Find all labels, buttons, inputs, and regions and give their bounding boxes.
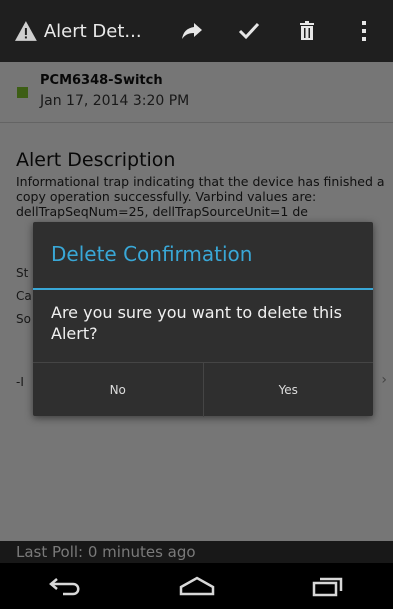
dialog-button-bar: No Yes: [33, 362, 373, 417]
dialog-message: Are you sure you want to delete this Ale…: [51, 303, 342, 343]
dialog-title: Delete Confirmation: [51, 242, 253, 266]
no-button[interactable]: No: [33, 363, 203, 417]
screen-title: Alert Det...: [43, 20, 142, 42]
warning-logo-icon[interactable]: [14, 19, 38, 43]
dialog-divider: [33, 288, 373, 290]
delete-confirmation-dialog: Delete Confirmation Are you sure you wan…: [33, 222, 373, 417]
action-bar: Alert Det...: [0, 0, 393, 62]
share-icon: [181, 23, 202, 39]
recents-button[interactable]: [298, 566, 358, 606]
system-nav-bar: [0, 563, 393, 609]
last-poll-status: Last Poll: 0 minutes ago: [0, 541, 393, 563]
check-icon: [239, 22, 260, 40]
yes-button[interactable]: Yes: [202, 363, 374, 417]
home-button[interactable]: [167, 566, 227, 606]
overflow-menu-button[interactable]: [335, 0, 393, 62]
recents-icon: [312, 577, 342, 597]
share-button[interactable]: [163, 0, 221, 62]
trash-icon: [299, 21, 314, 40]
delete-button[interactable]: [278, 0, 336, 62]
confirm-button[interactable]: [220, 0, 278, 62]
home-icon: [179, 576, 214, 596]
back-icon: [48, 578, 79, 596]
overflow-menu-icon: [362, 21, 367, 41]
back-button[interactable]: [36, 566, 96, 606]
